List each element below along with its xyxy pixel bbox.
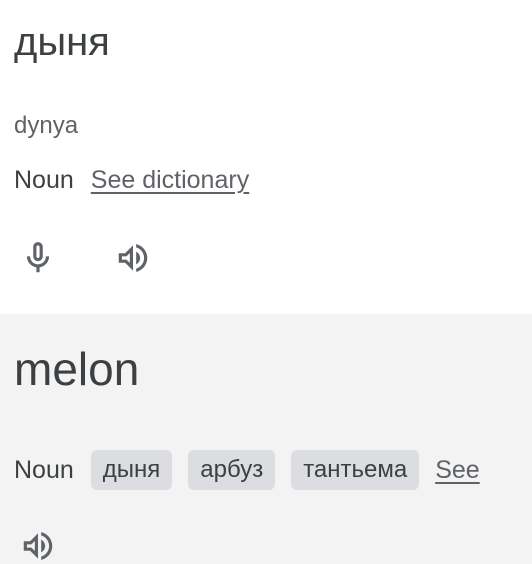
transliteration: dynya (14, 112, 79, 139)
source-panel: дыня dynya Noun See dictionary (0, 0, 532, 314)
part-of-speech-label: Noun (14, 166, 74, 194)
microphone-button[interactable] (16, 236, 60, 280)
translation-pos-row: Noun дыня арбуз тантьема See (14, 450, 480, 490)
synonym-chip[interactable]: тантьема (291, 450, 420, 490)
speaker-icon (23, 532, 53, 560)
translated-word: melon (14, 343, 140, 395)
source-word: дыня (14, 20, 110, 64)
source-pos-row: Noun See dictionary (14, 166, 249, 195)
see-dictionary-link[interactable]: See dictionary (91, 166, 249, 195)
source-listen-button[interactable] (111, 236, 155, 280)
microphone-icon (26, 242, 50, 273)
part-of-speech-label: Noun (14, 455, 74, 484)
synonym-chip[interactable]: арбуз (188, 450, 276, 490)
speaker-icon (118, 244, 148, 272)
translation-listen-button[interactable] (16, 524, 60, 564)
synonym-chip[interactable]: дыня (90, 450, 173, 490)
translation-panel: melon Noun дыня арбуз тантьема See (0, 314, 532, 564)
see-more-link[interactable]: See (435, 456, 479, 485)
